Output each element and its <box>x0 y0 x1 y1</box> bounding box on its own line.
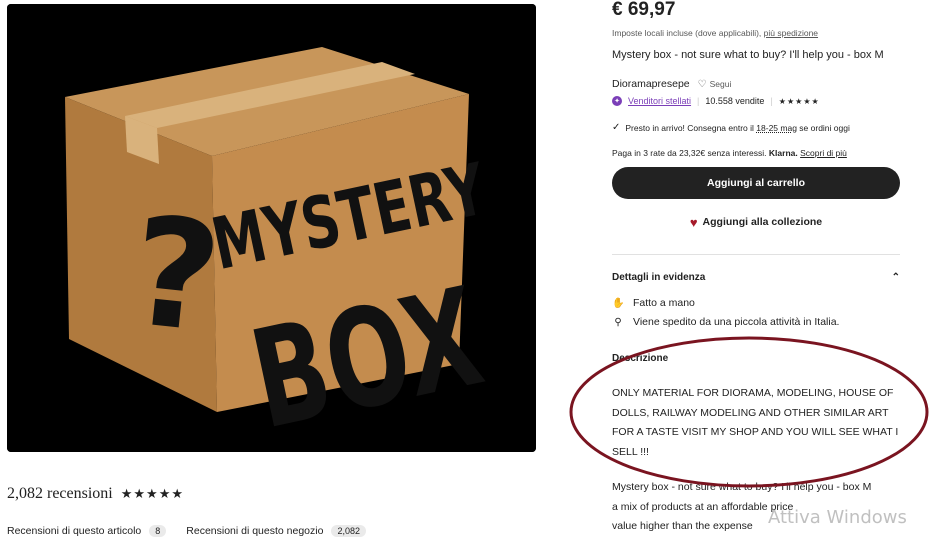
description-line: FOR A TASTE VISIT MY SHOP AND YOU WILL S… <box>612 426 899 438</box>
tab-shop-reviews[interactable]: Recensioni di questo negozio 2,082 <box>186 525 366 537</box>
add-to-collection-button[interactable]: ♥ Aggiungi alla collezione <box>612 212 900 232</box>
description-line: Mystery box - not sure what to buy? I'll… <box>612 481 872 493</box>
star-seller-link[interactable]: Venditori stellati <box>628 96 691 106</box>
handmade-text: Fatto a mano <box>633 297 695 309</box>
description-heading: Descrizione <box>612 353 669 364</box>
description-line: DOLLS, RAILWAY MODELING AND OTHER SIMILA… <box>612 406 889 419</box>
divider-pipe: | <box>697 96 700 106</box>
tax-info: Imposte locali incluse (dove applicabili… <box>612 28 818 38</box>
divider-pipe: | <box>770 96 773 106</box>
highlights-heading: Dettagli in evidenza <box>612 272 706 283</box>
delivery-prefix: Presto in arrivo! Consegna entro il <box>625 122 754 133</box>
star-seller-icon: ✦ <box>612 96 622 106</box>
reviews-stars-icon: ★★★★★ <box>120 486 185 501</box>
shipping-link[interactable]: più spedizione <box>764 28 818 38</box>
tab-shop-reviews-count: 2,082 <box>331 525 366 537</box>
add-to-collection-label: Aggiungi alla collezione <box>702 216 823 228</box>
delivery-suffix: se ordini oggi <box>799 122 850 133</box>
tab-item-reviews-count: 8 <box>149 525 167 537</box>
hand-icon: ✋ <box>612 297 625 309</box>
delivery-text: Presto in arrivo! Consegna entro il 18-2… <box>625 123 849 133</box>
description-line: SELL !!! <box>612 445 649 458</box>
check-icon: ✓ <box>612 122 621 133</box>
windows-activation-watermark: Attiva Windows <box>768 507 907 528</box>
tab-item-reviews-label: Recensioni di questo articolo <box>7 525 142 537</box>
delivery-dates[interactable]: 18-25 mag <box>756 123 797 133</box>
shop-rating-stars-icon[interactable]: ★★★★★ <box>779 97 820 106</box>
section-divider <box>612 254 900 255</box>
location-pin-icon: ⚲ <box>614 316 622 328</box>
product-image[interactable]: ? MYSTERY BOX <box>7 4 536 452</box>
price: € 69,97 <box>612 0 676 20</box>
klarna-text: Paga in 3 rate da 23,32€ senza interessi… <box>612 148 767 158</box>
heart-icon: ♥ <box>689 214 698 230</box>
klarna-info: Paga in 3 rate da 23,32€ senza interessi… <box>612 148 847 158</box>
highlight-shipping: ⚲ Viene spedito da una piccola attività … <box>612 316 839 328</box>
shop-row: Dioramapresepe ♡ Segui <box>612 78 731 90</box>
highlight-handmade: ✋ Fatto a mano <box>612 297 695 309</box>
klarna-link[interactable]: Scopri di più <box>800 148 847 158</box>
tab-item-reviews[interactable]: Recensioni di questo articolo 8 <box>7 525 167 537</box>
shop-sales: 10.558 vendite <box>705 96 765 106</box>
delivery-info: ✓ Presto in arrivo! Consegna entro il 18… <box>612 122 850 133</box>
review-tabs: Recensioni di questo articolo 8 Recensio… <box>7 525 366 537</box>
klarna-brand: Klarna. <box>768 148 798 158</box>
star-seller-row: ✦ Venditori stellati | 10.558 vendite | … <box>612 96 820 106</box>
heart-outline-icon: ♡ <box>697 78 707 90</box>
highlights-header[interactable]: Dettagli in evidenza ⌃ <box>612 272 900 283</box>
follow-label: Segui <box>709 79 732 89</box>
description-body: ONLY MATERIAL FOR DIORAMA, MODELING, HOU… <box>612 384 902 462</box>
tab-shop-reviews-label: Recensioni di questo negozio <box>186 525 324 537</box>
reviews-summary: 2,082 recensioni ★★★★★ <box>7 485 184 503</box>
description-line: ONLY MATERIAL FOR DIORAMA, MODELING, HOU… <box>612 387 894 399</box>
shipping-origin-country: Italia. <box>814 316 840 328</box>
add-to-cart-button[interactable]: Aggiungi al carrello <box>612 167 900 199</box>
shipping-origin-prefix: Viene spedito da una piccola attività in <box>633 316 812 328</box>
follow-button[interactable]: ♡ Segui <box>698 79 732 90</box>
reviews-count: 2,082 recensioni <box>7 485 113 502</box>
listing-title: Mystery box - not sure what to buy? I'll… <box>612 49 884 61</box>
tax-text: Imposte locali incluse (dove applicabili… <box>612 28 762 38</box>
mystery-box-illustration: ? MYSTERY BOX <box>7 4 536 452</box>
chevron-up-icon: ⌃ <box>891 272 900 283</box>
shipping-origin-text: Viene spedito da una piccola attività in… <box>633 316 839 328</box>
shop-name[interactable]: Dioramapresepe <box>612 78 690 90</box>
